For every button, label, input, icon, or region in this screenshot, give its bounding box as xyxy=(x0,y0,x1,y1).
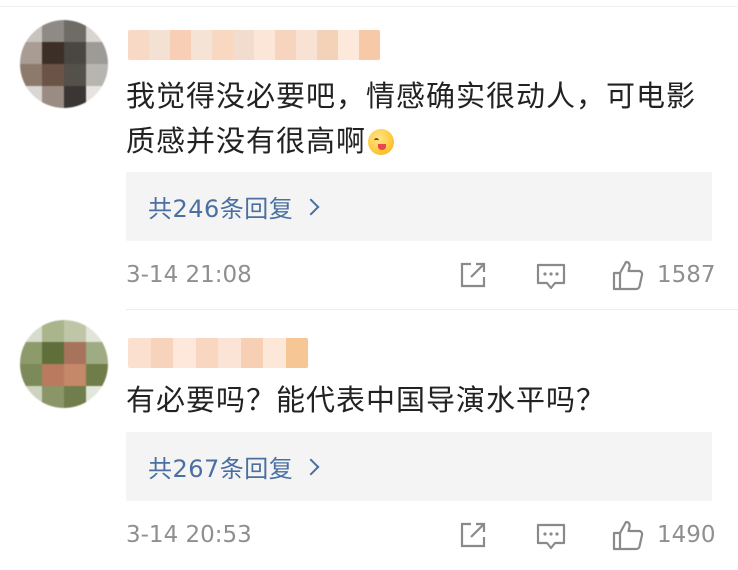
chevron-right-icon xyxy=(302,458,320,475)
like-count: 1587 xyxy=(657,262,716,288)
comment-text-line: 有必要吗？能代表中国导演水平吗？ xyxy=(126,383,607,417)
comment-list: 我觉得没必要吧，情感确实很动人，可电影 质感并没有很高啊 共246条回复 3-1… xyxy=(0,0,738,570)
thumbs-up-icon[interactable] xyxy=(610,518,646,554)
comment-meta: 3-14 21:08 1587 xyxy=(126,258,716,294)
avatar[interactable] xyxy=(20,20,108,108)
share-icon[interactable] xyxy=(456,518,492,554)
comment-text-fragment: 质感并没有很高啊 xyxy=(126,124,367,158)
comment-meta: 3-14 20:53 1490 xyxy=(126,518,716,554)
replies-count-label: 共267条回复 xyxy=(148,455,294,483)
divider xyxy=(126,309,738,310)
comment-icon[interactable] xyxy=(534,258,570,294)
comment-icon[interactable] xyxy=(534,518,570,554)
timestamp: 3-14 20:53 xyxy=(126,522,252,548)
comment-text-line: 我觉得没必要吧，情感确实很动人，可电影 xyxy=(126,79,697,113)
comment-text: 我觉得没必要吧，情感确实很动人，可电影 质感并没有很高啊 xyxy=(126,74,726,164)
comment-text-line: 质感并没有很高啊 xyxy=(126,119,726,164)
thumbs-up-icon[interactable] xyxy=(610,258,646,294)
username-blurred[interactable] xyxy=(128,30,380,60)
username-blurred[interactable] xyxy=(128,338,308,368)
timestamp: 3-14 21:08 xyxy=(126,262,252,288)
comment-text: 有必要吗？能代表中国导演水平吗？ xyxy=(126,378,726,423)
replies-button[interactable]: 共246条回复 xyxy=(126,172,712,241)
divider xyxy=(0,6,738,7)
chevron-right-icon xyxy=(302,198,320,215)
avatar[interactable] xyxy=(20,320,108,408)
replies-button[interactable]: 共267条回复 xyxy=(126,432,712,501)
like-count: 1490 xyxy=(657,522,716,548)
share-icon[interactable] xyxy=(456,258,492,294)
replies-count-label: 共246条回复 xyxy=(148,195,294,223)
drooling-face-emoji xyxy=(368,129,395,155)
